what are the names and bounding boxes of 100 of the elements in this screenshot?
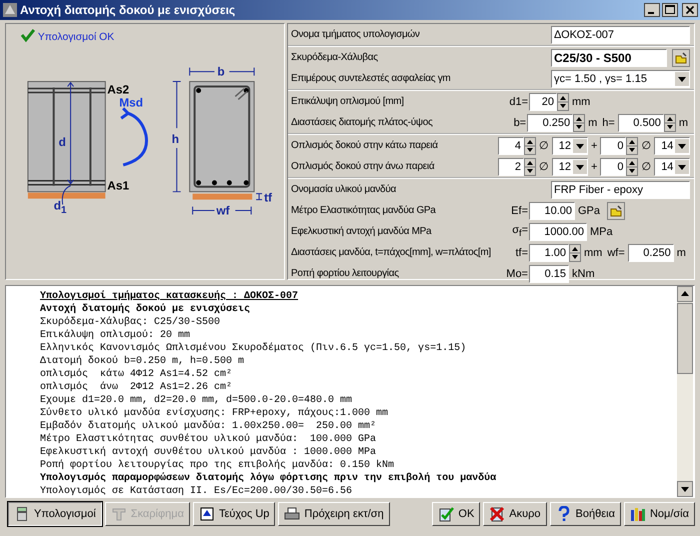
window-title: Αντοχή διατομής δοκού με ενισχύσεις (20, 3, 236, 17)
caret-icon (675, 72, 689, 86)
dialog-button[interactable]: Υπολογισμοί (8, 502, 102, 526)
unit-label: wf= (606, 246, 626, 258)
number-field[interactable]: 0.15 (529, 264, 569, 282)
spinner-icon[interactable] (557, 92, 569, 110)
app-icon (2, 2, 18, 18)
field-label: Επικάλυψη οπλισμού [mm] (291, 96, 405, 107)
report-line: Ελληνικός Κανονισμός Ωπλισμένου Σκυροδέματος (Πιν.6.5 γc=1.50, γs=1.15) (40, 342, 468, 355)
field-label: Ονομασία υλικού μανδύα (291, 184, 397, 195)
unit-label: m (678, 116, 689, 128)
diagram-label: wf (216, 204, 230, 218)
text-field[interactable]: ΔΟΚΟΣ-007 (551, 26, 690, 44)
number-field[interactable]: 10.00 (529, 202, 575, 220)
unit-label: MPa (589, 226, 614, 238)
field-label: Ονομα τμήματος υπολογισμών (291, 29, 421, 40)
field-prefix: Mo= (505, 268, 528, 280)
unit-label: ∅ (640, 139, 652, 152)
spinner-icon[interactable] (524, 136, 536, 154)
number-field[interactable]: 20 (529, 92, 557, 110)
number-field[interactable]: 0 (600, 158, 626, 176)
thickness-mark (256, 193, 263, 200)
number-field[interactable]: 0 (600, 136, 626, 154)
diagram-label: h (172, 132, 180, 146)
field-prefix: tf= (514, 246, 528, 258)
report-line: Υπολογισμός σε Κατάσταση ΙΙ. Es/Ec=200.00/30.50=6.56 (40, 485, 354, 497)
report-line: οπλισμός κάτω 4Φ12 As1=4.52 cm² (40, 368, 234, 381)
unit-label: m (587, 116, 598, 128)
dialog-button[interactable]: Βοήθεια (550, 502, 621, 526)
field-label: Διαστάσεις μανδύα, t=πάχος[mm], w=πλάτος[m] (291, 247, 492, 258)
spinner-icon[interactable] (664, 114, 676, 132)
field-label: Οπλισμός δοκού στην κάτω παρειά (291, 140, 439, 151)
spinner-icon[interactable] (626, 158, 638, 176)
report-line: οπλισμός άνω 2Φ12 As1=2.26 cm² (40, 381, 234, 394)
dropdown[interactable]: 14 (654, 136, 690, 154)
dropdown[interactable]: γc= 1.50 , γs= 1.15 (551, 70, 690, 88)
field-label: Εφελκυστική αντοχή μανδύα MPa (291, 226, 432, 237)
diagram-label: tf (264, 190, 272, 205)
report-line: Εμβαδόν διατομής υλικού μανδύα: 1.00x250.00= 250.00 mm² (40, 420, 378, 433)
unit-label: kNm (571, 268, 596, 280)
spinner-icon[interactable] (524, 158, 536, 176)
unit-label: mm (571, 96, 592, 108)
dropdown[interactable]: 12 (552, 136, 588, 154)
number-field[interactable]: 1.00 (529, 244, 569, 262)
dialog-button[interactable]: Νομ/σία (624, 502, 695, 526)
report-line: Αντοχή διατομής δοκού με ενισχύσεις (40, 303, 252, 316)
unit-label: GPa (577, 204, 602, 216)
dimension-line (189, 67, 255, 76)
field-label: Οπλισμός δοκού στην άνω παρειά (291, 161, 436, 172)
number-field[interactable]: 1000.00 (529, 222, 587, 240)
diagram-label: As1 (107, 178, 130, 193)
number-field[interactable]: 4 (498, 136, 524, 154)
report-line: Εφελκυστική αντοχή συνθέτου υλικού μανδύα : 1000.000 MPa (40, 446, 378, 459)
unit-label: m (676, 246, 687, 258)
folder-icon[interactable] (607, 202, 626, 220)
field-prefix: Ef= (510, 204, 528, 216)
spinner-icon[interactable] (573, 114, 586, 132)
maximize-icon[interactable] (662, 3, 678, 17)
check-icon (20, 29, 36, 42)
text-field[interactable]: FRP Fiber - epoxy (551, 180, 690, 198)
report-line: Εχουμε d1=20.0 mm, d2=20.0 mm, d=500.0-20.0=480.0 mm (40, 394, 354, 407)
diagram-label: As2 (107, 82, 130, 96)
text-field[interactable]: C25/30 - S500 (551, 48, 667, 66)
unit-label: + (590, 160, 598, 172)
field-label: Μέτρο Ελαστικότητας μανδύα GPa (291, 205, 437, 216)
unit-label: ∅ (538, 160, 550, 173)
report-line: Υπολογισμός παραμορφώσεων διατομής λόγω φόρτισης πριν την επιβολή του μανδύα (40, 472, 498, 485)
field-label: Σκυρόδεμα-Χάλυβας (291, 52, 379, 63)
calculator-icon (14, 506, 30, 522)
close-icon[interactable] (682, 3, 698, 17)
dropdown[interactable]: 14 (654, 158, 690, 176)
spinner-icon[interactable] (569, 244, 581, 262)
caret-icon (675, 160, 690, 174)
number-field[interactable]: 0.500 (618, 114, 664, 132)
dialog-button[interactable]: Πρόχειρη εκτ/ση (278, 502, 390, 526)
dialog-button[interactable]: Τεύχος Up (192, 502, 276, 526)
scrollbar[interactable] (677, 286, 693, 497)
caret-icon (675, 138, 690, 152)
number-field[interactable]: 2 (498, 158, 524, 176)
report-line: Ροπή φορτίου λειτουργίας προ της επιβολής μανδύα: 0.150 kNm (40, 459, 396, 472)
status-text: Υπολογισμοί OK (38, 32, 114, 43)
number-field[interactable]: 0.250 (527, 114, 574, 132)
folder-icon[interactable] (672, 48, 690, 66)
unit-label: ∅ (640, 160, 652, 173)
report-line: Σύνθετο υλικό μανδύα ενίσχυσης: FRP+epoxy, πάχους:1.000 mm (40, 407, 390, 420)
minimize-icon[interactable] (644, 3, 660, 17)
spinner-icon[interactable] (626, 136, 638, 154)
dialog-button[interactable]: Ακυρο (483, 502, 547, 526)
dropdown[interactable]: 12 (552, 158, 588, 176)
report-line: Επικάλυψη οπλισμού: 20 mm (40, 329, 192, 342)
house-icon (198, 506, 215, 522)
number-field[interactable]: 0.250 (628, 244, 674, 262)
caret-icon (573, 160, 587, 174)
dialog-button[interactable]: OK (432, 502, 480, 526)
report-line: Μέτρο Ελαστικότητας συνθέτου υλικού μανδύα: 100.000 GPa (40, 433, 378, 446)
field-label: Διαστάσεις διατομής πλάτος-ύψος (291, 117, 434, 128)
field-label: Ροπή φορτίου λειτουργίας (291, 268, 400, 279)
field-prefix: σ$_{f}$= (511, 224, 528, 239)
unit-label: ∅ (538, 139, 550, 152)
report-line: Σκυρόδεμα-Χάλυβας: C25/30-S500 (40, 316, 222, 329)
